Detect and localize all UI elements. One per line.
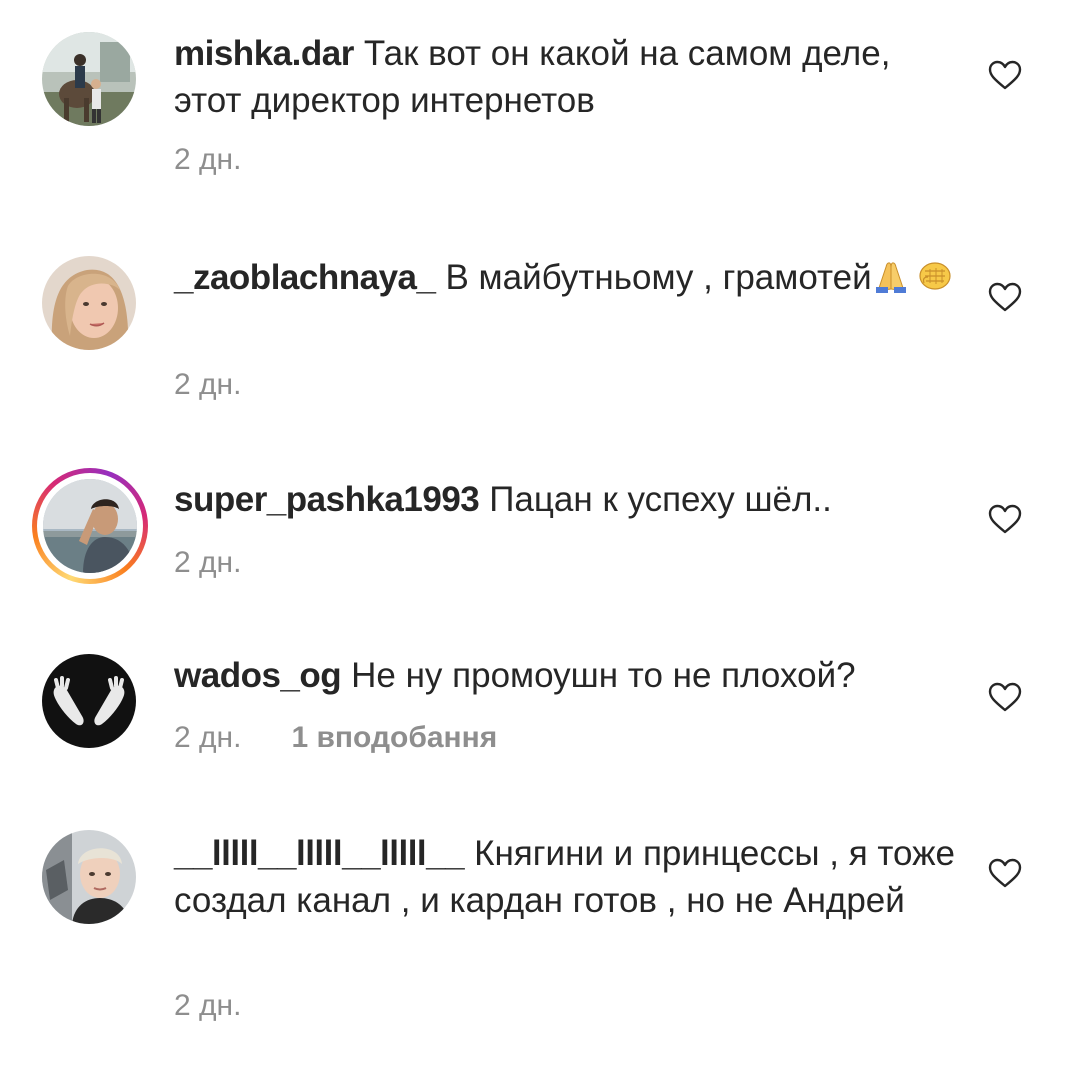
avatar [43, 479, 137, 573]
comment-meta: 2 дн. [174, 545, 241, 581]
comment-body: Пацан к успеху шёл.. [489, 480, 832, 519]
comment-meta: 2 дн. 1 вподобання [174, 720, 497, 756]
like-heart-icon[interactable] [988, 858, 1022, 888]
comment-text: _zaoblachnaya_ В майбутньому , грамотей [174, 254, 964, 305]
story-ring-avatar[interactable] [32, 468, 148, 584]
like-heart-icon[interactable] [988, 282, 1022, 312]
username[interactable]: mishka.dar [174, 34, 354, 73]
username[interactable]: wados_og [174, 656, 342, 695]
username[interactable]: _zaoblachnaya_ [174, 258, 436, 297]
comment-meta: 2 дн. [174, 367, 241, 403]
timestamp: 2 дн. [174, 989, 242, 1022]
avatar[interactable] [42, 32, 136, 126]
timestamp: 2 дн. [174, 721, 242, 754]
timestamp: 2 дн. [174, 368, 242, 401]
comment-meta: 2 дн. [174, 988, 241, 1024]
fist-icon [916, 257, 954, 305]
comment-text: mishka.dar Так вот он какой на самом деле… [174, 30, 964, 124]
comment-text: __lllll__lllll__lllll__ Княгини и принцес… [174, 830, 964, 924]
avatar[interactable] [42, 256, 136, 350]
username[interactable]: __lllll__lllll__lllll__ [174, 834, 465, 873]
avatar[interactable] [42, 830, 136, 924]
comment-text: wados_og Не ну промоушн то не плохой? [174, 652, 964, 699]
username[interactable]: super_pashka1993 [174, 480, 480, 519]
comment-meta: 2 дн. [174, 142, 241, 178]
folded-hands-icon [872, 257, 910, 305]
avatar[interactable] [42, 654, 136, 748]
likes-count[interactable]: 1 вподобання [291, 721, 497, 754]
like-heart-icon[interactable] [988, 504, 1022, 534]
comment-text: super_pashka1993 Пацан к успеху шёл.. [174, 476, 964, 523]
comment-body: Не ну промоушн то не плохой? [351, 656, 856, 695]
like-heart-icon[interactable] [988, 60, 1022, 90]
timestamp: 2 дн. [174, 143, 242, 176]
comment-body: В майбутньому , грамотей [445, 258, 872, 297]
like-heart-icon[interactable] [988, 682, 1022, 712]
timestamp: 2 дн. [174, 546, 242, 579]
